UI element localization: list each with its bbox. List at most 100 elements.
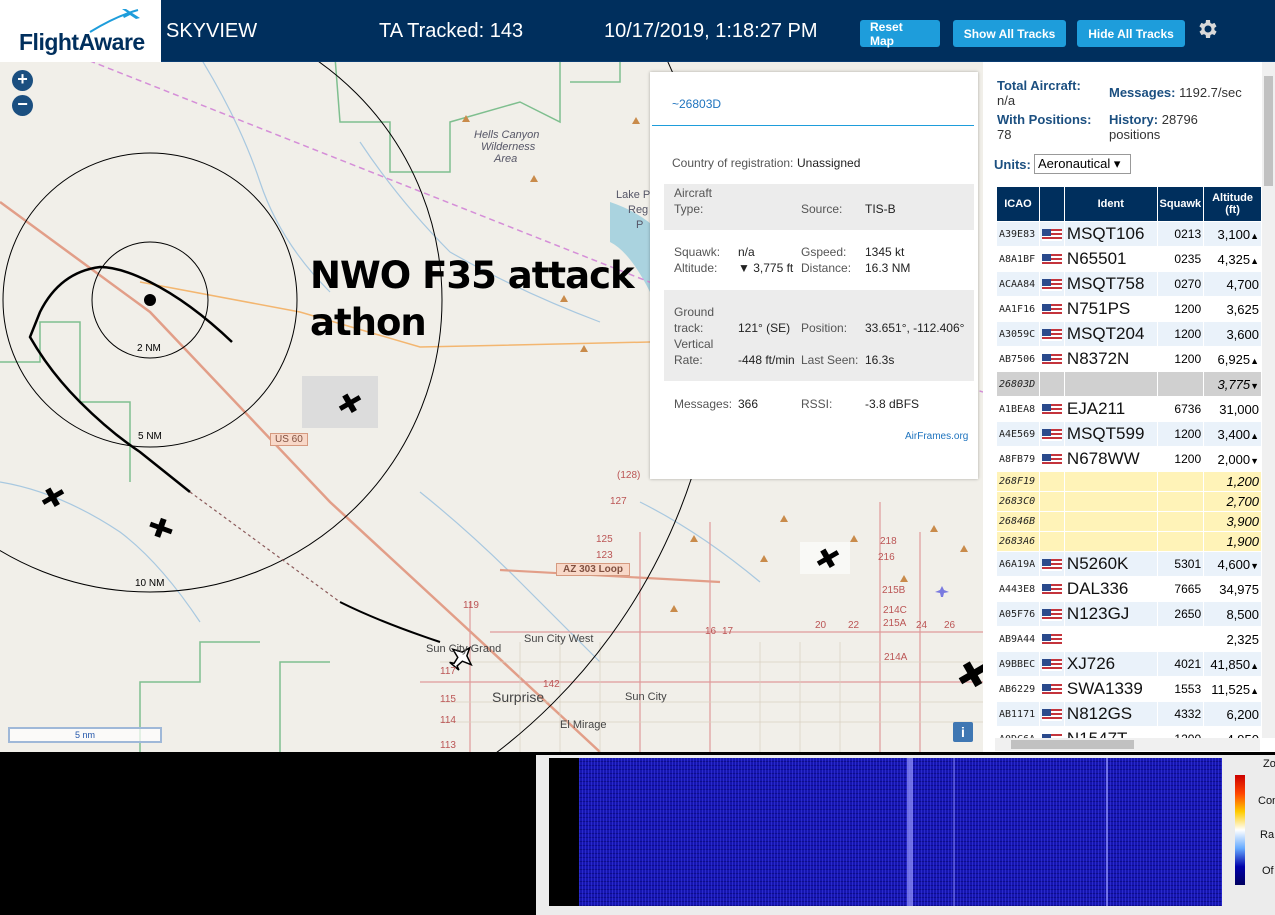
flightaware-logo[interactable]: FlightAware: [0, 0, 161, 62]
chevron-down-icon: ▾: [1113, 156, 1121, 171]
aircraft-row[interactable]: A3059C MSQT204 1200 3,600: [996, 321, 1262, 347]
cell-altitude: 3,100▲: [1203, 221, 1262, 247]
aircraft-row[interactable]: A6A19A N5260K 5301 4,600▼: [996, 551, 1262, 577]
aircraft-row[interactable]: A443E8 DAL336 7665 34,975: [996, 576, 1262, 602]
airframes-link[interactable]: AirFrames.org: [905, 431, 968, 442]
aircraft-row[interactable]: A05F76 N123GJ 2650 8,500: [996, 601, 1262, 627]
cell-country-flag-icon: [1038, 531, 1065, 552]
highway-shield: US 60: [270, 433, 308, 446]
rssi-label: RSSI:: [801, 397, 833, 411]
cell-squawk: 4021: [1156, 651, 1205, 677]
column-header-altitude[interactable]: Altitude (ft): [1203, 186, 1262, 222]
road-number: 218: [880, 536, 897, 547]
us-flag-icon: [1041, 453, 1062, 466]
messages-stat: Messages: 1192.7/sec: [1109, 85, 1242, 100]
descending-arrow-icon: ▼: [1250, 455, 1259, 466]
climbing-arrow-icon: ▲: [1250, 255, 1259, 266]
cell-altitude: 2,700: [1203, 491, 1262, 512]
hide-all-tracks-button[interactable]: Hide All Tracks: [1077, 20, 1185, 47]
aircraft-row[interactable]: 2683A6 1,900: [996, 531, 1262, 552]
squawk-value: n/a: [738, 245, 755, 259]
country-value: Unassigned: [797, 156, 861, 170]
aircraft-hex-link[interactable]: ~26803D: [672, 97, 721, 111]
aircraft-row[interactable]: AB9A44 2,325: [996, 626, 1262, 652]
aircraft-row[interactable]: 268F19 1,200: [996, 471, 1262, 492]
map-label: Hells Canyon: [474, 129, 540, 141]
aircraft-row[interactable]: 2683C0 2,700: [996, 491, 1262, 512]
cell-squawk: [1156, 626, 1205, 652]
cell-squawk: 0235: [1156, 246, 1205, 272]
us-flag-icon: [1041, 583, 1062, 596]
reset-map-button[interactable]: Reset Map: [860, 20, 940, 48]
info-button[interactable]: i: [953, 722, 973, 742]
aircraft-row[interactable]: 26846B 3,900: [996, 511, 1262, 532]
us-flag-icon: [1041, 228, 1062, 241]
scrollbar-thumb[interactable]: [1011, 740, 1134, 749]
zoom-out-button[interactable]: −: [12, 95, 33, 116]
history-unit: positions: [1109, 127, 1161, 142]
cell-ident: MSQT758: [1063, 271, 1158, 297]
overlay-caption-line2: athon: [310, 301, 427, 344]
cell-icao: A39E83: [996, 221, 1040, 247]
cell-icao: AB7506: [996, 346, 1040, 372]
total-aircraft-label: Total Aircraft:: [997, 78, 1081, 93]
range-control-label: Ra: [1260, 829, 1275, 841]
messages-label: Messages:: [1109, 85, 1176, 100]
road-number: 16: [705, 626, 717, 637]
cell-ident: EJA211: [1063, 396, 1158, 422]
aircraft-info-popup: ~26803D Country of registration: Unassig…: [650, 72, 978, 479]
column-header-squawk[interactable]: Squawk: [1156, 186, 1205, 222]
cell-country-flag-icon: [1038, 371, 1065, 397]
aircraft-row[interactable]: A8FB79 N678WW 1200 2,000▼: [996, 446, 1262, 472]
aircraft-row[interactable]: AB1171 N812GS 4332 6,200: [996, 701, 1262, 727]
aircraft-row[interactable]: ACAA84 MSQT758 0270 4,700: [996, 271, 1262, 297]
altitude-label: Altitude:: [674, 261, 718, 275]
map-label: P: [636, 219, 644, 231]
column-header-flag[interactable]: [1038, 186, 1065, 222]
cell-altitude: 34,975: [1203, 576, 1262, 602]
gear-icon[interactable]: [1195, 17, 1219, 41]
column-header-icao[interactable]: ICAO: [996, 186, 1040, 222]
scrollbar-thumb[interactable]: [1264, 76, 1273, 186]
aircraft-row[interactable]: AB7506 N8372N 1200 6,925▲: [996, 346, 1262, 372]
cell-ident: MSQT599: [1063, 421, 1158, 447]
zoom-in-button[interactable]: +: [12, 70, 33, 91]
aircraft-row[interactable]: A9BBEC XJ726 4021 41,850▲: [996, 651, 1262, 677]
cell-country-flag-icon: [1038, 701, 1065, 727]
aircraft-type-label: Aircraft: [674, 186, 713, 200]
cell-icao: A8FB79: [996, 446, 1040, 472]
cell-squawk: 6736: [1156, 396, 1205, 422]
show-all-tracks-button[interactable]: Show All Tracks: [953, 20, 1066, 47]
aircraft-row[interactable]: AA1F16 N751PS 1200 3,625: [996, 296, 1262, 322]
aircraft-row[interactable]: AB6229 SWA1339 1553 11,525▲: [996, 676, 1262, 702]
color-scale-bar: [1235, 775, 1245, 885]
map-label: Wilderness: [481, 141, 536, 153]
cell-ident: [1063, 371, 1158, 397]
aircraft-row[interactable]: A4E569 MSQT599 1200 3,400▲: [996, 421, 1262, 447]
map-label: Lake P: [616, 189, 651, 201]
divider: [652, 125, 974, 126]
cell-ident: [1063, 531, 1158, 552]
waterfall-display[interactable]: [549, 758, 1222, 906]
cell-country-flag-icon: [1038, 321, 1065, 347]
cell-icao: 26846B: [996, 511, 1040, 532]
units-dropdown[interactable]: Aeronautical ▾: [1034, 154, 1131, 174]
aircraft-row[interactable]: A1BEA8 EJA211 6736 31,000: [996, 396, 1262, 422]
position-label: Position:: [801, 321, 848, 335]
road-number: 26: [944, 620, 956, 631]
us-flag-icon: [1041, 403, 1062, 416]
messages-label: Messages:: [674, 397, 733, 411]
cell-icao: A443E8: [996, 576, 1040, 602]
cell-ident: N678WW: [1063, 446, 1158, 472]
road-number: 125: [596, 534, 613, 545]
aircraft-row[interactable]: 26803D 3,775▼: [996, 371, 1262, 397]
aircraft-row[interactable]: A39E83 MSQT106 0213 3,100▲: [996, 221, 1262, 247]
units-selected: Aeronautical: [1038, 156, 1111, 171]
aircraft-list-panel: Total Aircraft: n/a Messages: 1192.7/sec…: [983, 62, 1275, 752]
total-aircraft-stat: Total Aircraft:: [997, 78, 1081, 93]
aircraft-row[interactable]: A8A1BF N65501 0235 4,325▲: [996, 246, 1262, 272]
cell-icao: AB1171: [996, 701, 1040, 727]
column-header-ident[interactable]: Ident: [1063, 186, 1158, 222]
cell-icao: A6A19A: [996, 551, 1040, 577]
with-positions-value: 78: [997, 127, 1012, 142]
